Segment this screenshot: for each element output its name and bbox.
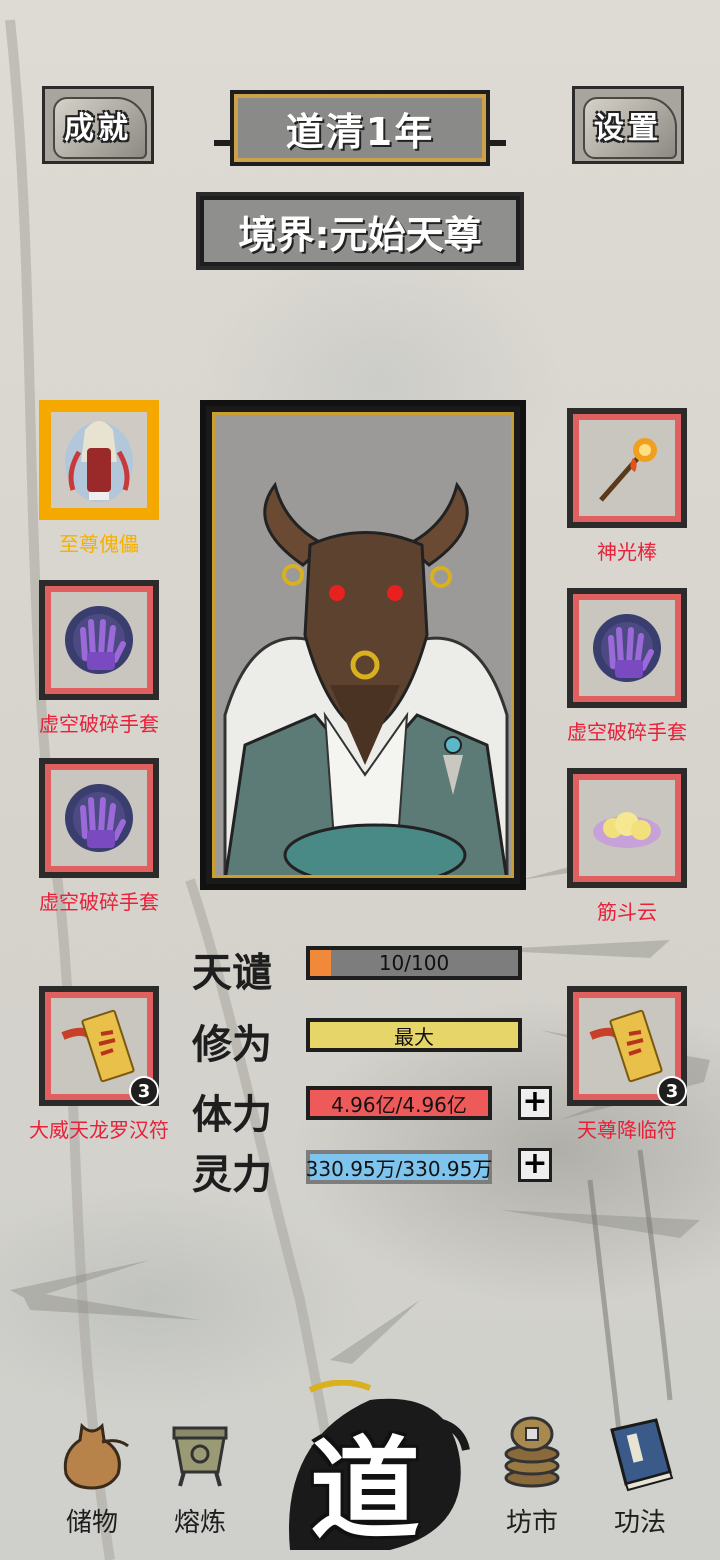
- equip-slot-left-3[interactable]: 虚空破碎手套: [34, 758, 164, 915]
- stat-label-cultivation: 修为: [192, 1022, 272, 1068]
- equip-slot-left-4[interactable]: 3 大威天龙罗汉符: [29, 986, 169, 1143]
- stamina-bar: 4.96亿/4.96亿: [306, 1086, 492, 1120]
- realm-plaque: 境界:元始天尊: [200, 196, 520, 266]
- spirit-value: 330.95万/330.95万: [305, 1156, 493, 1181]
- nav-market[interactable]: 坊市: [482, 1412, 582, 1539]
- nav-dao-button[interactable]: 道: [270, 1379, 470, 1560]
- nav-smelt-label: 熔炼: [173, 1508, 226, 1538]
- item-name: 神光棒: [597, 540, 657, 564]
- achievements-button[interactable]: 成就: [42, 86, 154, 164]
- nav-storage-label: 储物: [65, 1508, 118, 1538]
- item-name: 至尊傀儡: [59, 532, 139, 556]
- spirit-bar: 330.95万/330.95万: [306, 1150, 492, 1184]
- item-name: 大威天龙罗汉符: [29, 1118, 169, 1142]
- pouch-icon: [63, 1422, 129, 1490]
- equip-slot-right-4[interactable]: 3 天尊降临符: [562, 986, 692, 1143]
- coins-icon: [504, 1416, 560, 1488]
- stat-label-spirit: 灵力: [192, 1152, 272, 1198]
- item-name: 虚空破碎手套: [39, 712, 159, 736]
- void-glove-icon: [65, 784, 133, 852]
- cauldron-icon: [172, 1426, 228, 1487]
- equip-slot-left-1[interactable]: 至尊傀儡: [34, 400, 164, 557]
- settings-label: 设置: [594, 111, 662, 146]
- equip-slot-right-3[interactable]: 筋斗云: [562, 768, 692, 925]
- tribulation-bar: 10/100: [306, 946, 522, 980]
- void-glove-icon: [65, 606, 133, 674]
- realm-label: 境界:元始天尊: [238, 212, 482, 257]
- item-count-badge: 3: [657, 1076, 687, 1106]
- divine-staff-icon: [599, 438, 657, 502]
- talisman-icon: [589, 1009, 663, 1083]
- stamina-value: 4.96亿/4.96亿: [331, 1092, 467, 1117]
- dao-character: 道: [310, 1425, 420, 1554]
- cultivation-bar: 最大: [306, 1018, 522, 1052]
- nav-techniques[interactable]: 功法: [590, 1412, 690, 1539]
- cultivation-value: 最大: [394, 1024, 434, 1049]
- year-plaque: 道清1年: [230, 90, 490, 166]
- bull-demon-portrait: [215, 415, 511, 875]
- tribulation-bar-fill: [310, 950, 331, 976]
- book-icon: [610, 1418, 674, 1492]
- achievements-label: 成就: [64, 111, 132, 146]
- character-portrait: [200, 400, 526, 890]
- nav-market-label: 坊市: [505, 1508, 558, 1538]
- item-name: 虚空破碎手套: [567, 720, 687, 744]
- nav-techniques-label: 功法: [613, 1508, 666, 1538]
- nav-storage[interactable]: 储物: [42, 1412, 142, 1539]
- add-stamina-button[interactable]: +: [518, 1086, 552, 1120]
- settings-button[interactable]: 设置: [572, 86, 684, 164]
- puppet-icon: [65, 421, 133, 502]
- item-name: 虚空破碎手套: [39, 890, 159, 914]
- equip-slot-right-2[interactable]: 虚空破碎手套: [562, 588, 692, 745]
- nav-smelt[interactable]: 熔炼: [150, 1412, 250, 1539]
- stat-label-stamina: 体力: [192, 1092, 272, 1138]
- stat-label-tribulation: 天谴: [192, 950, 272, 996]
- talisman-icon: [61, 1009, 135, 1083]
- equip-slot-right-1[interactable]: 神光棒: [562, 408, 692, 565]
- void-glove-icon: [593, 614, 661, 682]
- item-count-badge: 3: [129, 1076, 159, 1106]
- equip-slot-left-2[interactable]: 虚空破碎手套: [34, 580, 164, 737]
- add-spirit-button[interactable]: +: [518, 1148, 552, 1182]
- tribulation-value: 10/100: [378, 951, 450, 975]
- item-name: 天尊降临符: [577, 1118, 677, 1142]
- item-name: 筋斗云: [597, 900, 657, 924]
- somersault-cloud-icon: [593, 812, 661, 848]
- year-label: 道清1年: [285, 109, 435, 154]
